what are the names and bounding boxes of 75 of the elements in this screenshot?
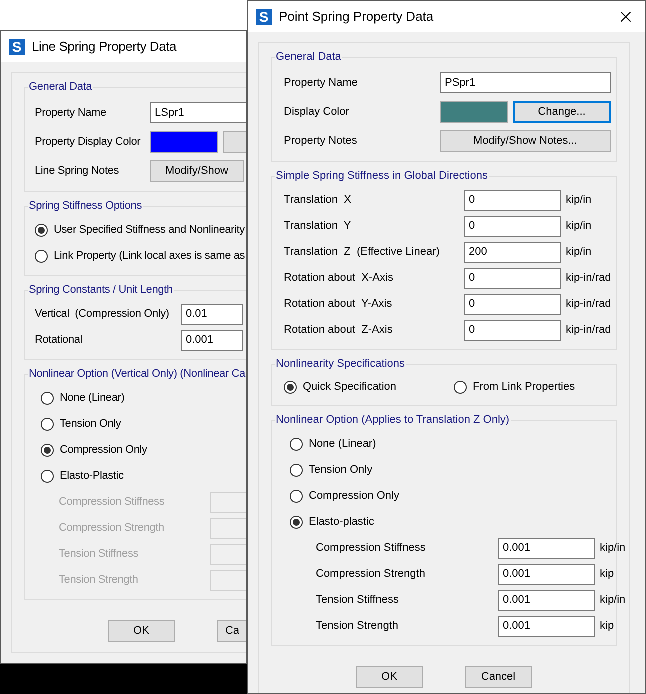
app-icon: S — [256, 8, 272, 24]
field-label: Rotation about Y-Axis — [284, 298, 394, 310]
notes-button[interactable]: Modify/Show — [150, 160, 244, 182]
input-field[interactable]: 0 — [464, 190, 561, 210]
group-title: Simple Spring Stiffness in Global Directions — [275, 169, 489, 184]
dialog-button[interactable]: OK — [356, 666, 423, 688]
input-field[interactable]: 0.001 — [498, 590, 595, 610]
field-label: Display Color — [284, 106, 350, 118]
input-field[interactable]: 0 — [464, 320, 561, 340]
input-field[interactable]: 0.001 — [498, 538, 595, 558]
unit-label: kip — [600, 568, 614, 580]
input-field[interactable]: 0 — [464, 294, 561, 314]
input-field[interactable]: 0 — [464, 216, 561, 236]
field-label: Property Notes — [284, 134, 358, 146]
unit-label: kip/in — [566, 220, 592, 232]
field-label: Compression Strength — [316, 568, 426, 580]
radio-option[interactable]: Elasto-plastic — [278, 509, 610, 535]
window-title: Point Spring Property Data — [279, 9, 435, 24]
field-label: Property Name — [284, 76, 359, 88]
radio-option[interactable]: Elasto-Plastic — [31, 463, 246, 489]
field-label: Rotation about X-Axis — [284, 272, 394, 284]
field-label: Compression Stiffness — [59, 496, 166, 508]
input-field[interactable]: LSpr1 — [150, 102, 246, 123]
field-label: Translation Z (Effective Linear) — [284, 246, 441, 258]
field-label: Tension Stiffness — [316, 594, 400, 606]
group-title: Spring Constants / Unit Length — [28, 283, 174, 298]
unit-label: kip-in/rad — [566, 298, 612, 310]
group-title: Nonlinear Option (Applies to Translation Z Only) — [275, 413, 511, 428]
input-field[interactable]: 0.001 — [181, 330, 243, 350]
input-field[interactable]: 0.001 — [498, 616, 595, 636]
unit-label: kip/in — [566, 194, 592, 206]
unit-label: kip-in/rad — [566, 272, 612, 284]
unit-label: kip/in — [600, 542, 626, 554]
field-label: Property Name — [35, 106, 108, 118]
input-field[interactable]: 0 — [464, 268, 561, 288]
field-label: Compression Strength — [59, 522, 166, 534]
radio-option[interactable]: Tension Only — [31, 411, 246, 437]
unit-label: kip/in — [566, 246, 592, 258]
radio-option[interactable]: Link Property (Link local axes is same as — [31, 243, 246, 269]
dialog-button[interactable]: Ca — [217, 620, 246, 642]
field-label: Tension Stiffness — [59, 548, 140, 560]
input-field[interactable]: PSpr1 — [440, 72, 611, 93]
input-field[interactable]: 200 — [464, 242, 561, 262]
field-label: Rotation about Z-Axis — [284, 324, 394, 336]
radio-option[interactable]: None (Linear) — [278, 431, 610, 457]
radio-option[interactable]: None (Linear) — [31, 385, 246, 411]
unit-label: kip/in — [600, 594, 626, 606]
field-label: Vertical (Compression Only) — [35, 308, 170, 320]
app-icon: S — [9, 38, 25, 54]
radio-option[interactable]: Compression Only — [278, 483, 610, 509]
input-field[interactable]: 0.001 — [498, 564, 595, 584]
window-title: Line Spring Property Data — [32, 39, 178, 54]
group-title: Nonlinear Option (Vertical Only) (Nonlinear Ca — [28, 367, 246, 382]
field-label: Compression Stiffness — [316, 542, 427, 554]
field-label: Rotational — [35, 334, 84, 346]
change-button[interactable]: Change... — [513, 100, 611, 122]
field-label: Translation X — [284, 194, 352, 206]
group-title: Spring Stiffness Options — [28, 199, 144, 214]
radio-option[interactable]: User Specified Stiffness and Nonlinearity — [31, 217, 246, 243]
field-label: Tension Strength — [316, 620, 400, 632]
field-label: Translation Y — [284, 220, 352, 232]
input-field[interactable]: 0.01 — [181, 304, 243, 324]
radio-option[interactable]: Compression Only — [31, 437, 246, 463]
field-label: Line Spring Notes — [35, 164, 120, 176]
unit-label: kip — [600, 620, 614, 632]
dialog-button[interactable]: OK — [108, 620, 175, 642]
radio-option[interactable]: From Link Properties — [454, 375, 610, 399]
dialog-button[interactable]: Cancel — [465, 666, 532, 688]
unit-label: kip-in/rad — [566, 324, 612, 336]
field-label: Tension Strength — [59, 574, 140, 586]
group-title: Nonlinearity Specifications — [275, 357, 406, 372]
field-label: Property Display Color — [35, 136, 142, 148]
radio-option[interactable]: Quick Specification — [284, 375, 454, 399]
radio-option[interactable]: Tension Only — [278, 457, 610, 483]
notes-button[interactable]: Modify/Show Notes... — [440, 130, 611, 152]
